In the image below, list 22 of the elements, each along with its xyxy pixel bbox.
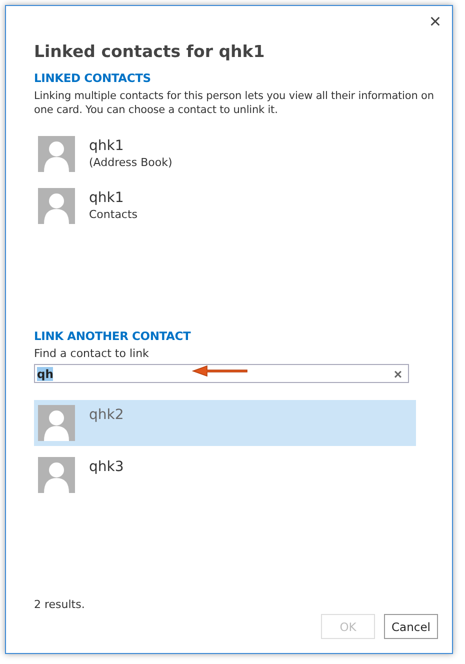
avatar-icon	[38, 405, 75, 441]
results-count: 2 results.	[34, 598, 86, 611]
contact-source: Contacts	[89, 207, 138, 222]
search-label: Find a contact to link	[34, 347, 150, 360]
section-heading: LINK ANOTHER CONTACT	[34, 329, 192, 343]
contact-name: qhk2	[89, 407, 124, 424]
dialog-button[interactable]: Cancel	[384, 614, 438, 639]
result-item[interactable]: qhk2	[34, 400, 416, 446]
close-button[interactable]: ×	[427, 14, 443, 30]
avatar-icon	[38, 457, 75, 493]
dialog-title: Linked contacts for qhk1	[34, 42, 266, 61]
contact-source: (Address Book)	[89, 155, 172, 170]
section-heading: LINKED CONTACTS	[34, 71, 152, 85]
avatar-icon	[38, 188, 75, 224]
avatar-icon	[38, 136, 75, 172]
clear-button[interactable]: ×	[394, 366, 402, 380]
search-field[interactable]: qh ×	[34, 364, 409, 383]
contact-name: qhk3	[89, 459, 124, 476]
description-text: Linking multiple contacts for this person lets you view all their information on one card. You can choose a contact to unlink it.	[34, 89, 434, 117]
contact-name: qhk1	[89, 190, 125, 207]
contact-name: qhk1	[89, 138, 125, 155]
result-item[interactable]: qhk3	[34, 452, 416, 498]
